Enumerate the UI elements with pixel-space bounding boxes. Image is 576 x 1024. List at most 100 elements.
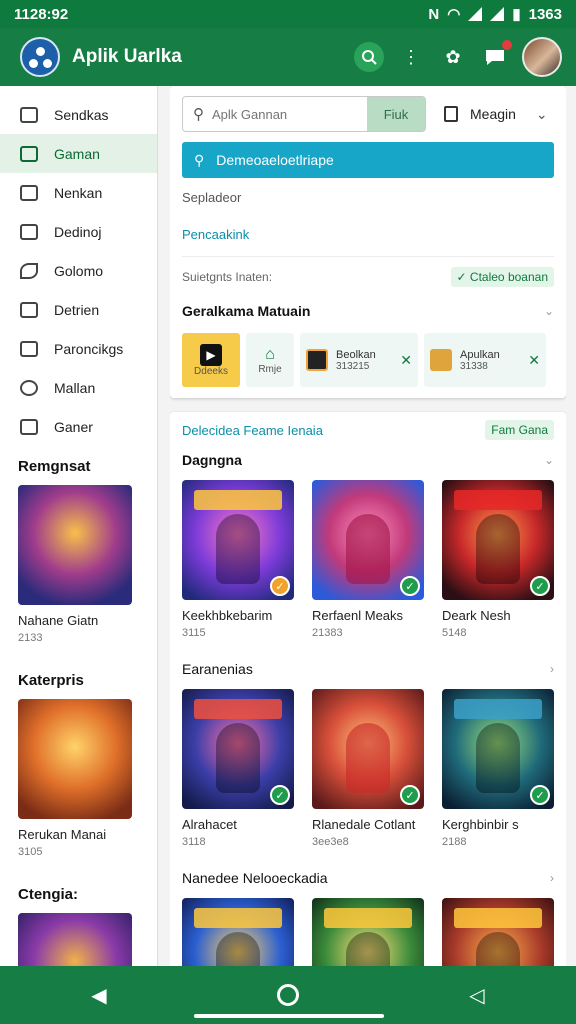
phone-icon: [20, 223, 38, 240]
wifi-icon: ◠: [447, 6, 461, 23]
status-right-text: 1363: [528, 5, 562, 23]
checkmark-icon: ✓: [400, 576, 420, 596]
checkmark-icon: ✓: [400, 785, 420, 805]
sidebar-item-mallan[interactable]: Mallan: [0, 368, 157, 407]
side-section-ctengia: Ctengia:: [0, 886, 157, 966]
games-header-button[interactable]: Fam Gana: [485, 420, 554, 440]
top-panel: ⚲ Fiuk Meagin ⌄ ⚲ Demeoaeloetlriape Sepl…: [170, 86, 566, 398]
game-card[interactable]: [312, 898, 424, 966]
sidebar-item-detrien[interactable]: Detrien: [0, 290, 157, 329]
quick-tiles: ▶ Ddeeks ⌂ Rmje Beolkan 313215 ✕ Apulkan: [182, 333, 554, 387]
chevron-right-icon[interactable]: ›: [550, 662, 554, 676]
more-menu-button[interactable]: ⋮: [396, 42, 426, 72]
sidebar-item-ganer[interactable]: Ganer: [0, 407, 157, 446]
back-triangle-icon[interactable]: ◀: [79, 983, 119, 1008]
game-card[interactable]: ✓ Kerghbinbir s 2188: [442, 689, 554, 848]
side-card-sub: 3105: [18, 846, 43, 858]
play-icon: ▶: [200, 343, 222, 366]
app-logo-icon: [20, 37, 60, 77]
camera-icon: [20, 340, 38, 357]
side-heading: Katerpris: [18, 672, 84, 689]
checkmark-icon: ✓: [530, 785, 550, 805]
game-card[interactable]: [442, 898, 554, 966]
game-logo-icon: [306, 349, 328, 371]
side-heading: Ctengia:: [18, 886, 78, 903]
status-bar: 1128:92 N ◠ ▮ 1363: [0, 0, 576, 28]
app-title: Aplik Uarlka: [72, 46, 182, 67]
side-section-remgnsat: Remgnsat Nahane Giatn 2133: [0, 458, 157, 644]
muted-label: Sepladeor: [182, 190, 242, 205]
sidebar-item-gaman[interactable]: Gaman: [0, 134, 157, 173]
chevron-down-icon: ⌄: [535, 105, 548, 122]
checkmark-icon: ✓: [270, 785, 290, 805]
battery-icon: ▮: [512, 6, 521, 23]
chevron-down-icon[interactable]: ⌄: [544, 304, 554, 318]
game-row: ✓ Alrahacet 3118 ✓ Rlanedale Cotlant 3ee…: [182, 689, 554, 848]
home-icon: ⌂: [265, 345, 275, 363]
close-icon[interactable]: ✕: [400, 352, 412, 369]
game-thumbnail[interactable]: [18, 485, 132, 605]
tile-beolkan[interactable]: Beolkan 313215 ✕: [300, 333, 418, 387]
flag-icon: [20, 418, 38, 435]
side-card-sub: 2133: [18, 632, 43, 644]
search-input[interactable]: [212, 106, 367, 122]
game-thumbnail[interactable]: [18, 699, 132, 819]
game-card[interactable]: ✓ Alrahacet 3118: [182, 689, 294, 848]
chat-icon[interactable]: [480, 40, 512, 72]
chevron-right-icon[interactable]: ›: [550, 871, 554, 885]
games-header-link[interactable]: Delecidea Feame Ienaia: [182, 423, 323, 438]
section-title: Geralkama Matuain: [182, 303, 311, 319]
game-card[interactable]: ✓ Rlanedale Cotlant 3ee3e8: [312, 689, 424, 848]
game-card[interactable]: [182, 898, 294, 966]
game-card[interactable]: ✓ Deark Nesh 5148: [442, 480, 554, 639]
game-row: ✓ Keekhbkebarim 3115 ✓ Rerfaenl Meaks 21…: [182, 480, 554, 639]
row-title: Earanenias: [182, 661, 253, 677]
promo-search-bar[interactable]: ⚲ Demeoaeloetlriape: [182, 142, 554, 178]
games-panel: Delecidea Feame Ienaia Fam Gana Dagngna …: [170, 412, 566, 966]
info-chip[interactable]: ✓ Ctaleo boanan: [450, 267, 554, 287]
search-submit-button[interactable]: Fiuk: [367, 97, 425, 131]
sidebar-item-paroncikgs[interactable]: Paroncikgs: [0, 329, 157, 368]
notification-icon: N: [428, 5, 440, 23]
search-icon: [362, 50, 377, 65]
row-title: Dagngna: [182, 452, 242, 468]
login-icon: [444, 106, 458, 122]
side-card-title[interactable]: Rerukan Manai: [18, 827, 157, 842]
tablet-icon: [20, 106, 38, 123]
sidebar-item-dedinoj[interactable]: Dedinoj: [0, 212, 157, 251]
leaf-icon: [20, 262, 38, 279]
checkmark-icon: ✓: [270, 576, 290, 596]
notification-dot: [502, 40, 512, 50]
recents-triangle-icon[interactable]: ◁: [457, 983, 497, 1008]
app-bar: Aplik Uarlka ⋮ ✿: [0, 28, 576, 86]
tile-apulkan[interactable]: Apulkan 31338 ✕: [424, 333, 546, 387]
game-logo-icon: [430, 349, 452, 371]
sidebar-item-golomo[interactable]: Golomo: [0, 251, 157, 290]
info-icon: ✓: [456, 270, 467, 284]
side-card-title[interactable]: Nahane Giatn: [18, 613, 157, 628]
settings-gear-icon[interactable]: ✿: [438, 42, 468, 72]
chevron-down-icon[interactable]: ⌄: [544, 453, 554, 467]
home-circle-icon[interactable]: [277, 984, 299, 1006]
game-card[interactable]: ✓ Rerfaenl Meaks 21383: [312, 480, 424, 639]
tile-home[interactable]: ⌂ Rmje: [246, 333, 294, 387]
tile-play[interactable]: ▶ Ddeeks: [182, 333, 240, 387]
search-button[interactable]: [354, 42, 384, 72]
side-section-katerpris: Katerpris Rerukan Manai 3105: [0, 672, 157, 858]
close-icon[interactable]: ✕: [528, 352, 540, 369]
briefcase-icon: [20, 301, 38, 318]
sidebar-item-sendkas[interactable]: Sendkas: [0, 95, 157, 134]
signal-icon: [468, 7, 483, 21]
teal-link[interactable]: Pencaakink: [182, 227, 554, 257]
info-label: Suietgnts Inaten:: [182, 270, 273, 284]
game-card[interactable]: ✓ Keekhbkebarim 3115: [182, 480, 294, 639]
sidebar-item-nenkan[interactable]: Nenkan: [0, 173, 157, 212]
signal-icon-2: [490, 7, 505, 21]
search-icon: ⚲: [194, 151, 205, 168]
avatar[interactable]: [522, 37, 562, 77]
gesture-bar[interactable]: [194, 1014, 384, 1018]
sidebar: Sendkas Gaman Nenkan Dedinoj Golomo Detr…: [0, 86, 158, 966]
login-dropdown[interactable]: Meagin ⌄: [444, 106, 548, 123]
side-heading: Remgnsat: [18, 458, 91, 475]
game-thumbnail[interactable]: [18, 913, 132, 966]
